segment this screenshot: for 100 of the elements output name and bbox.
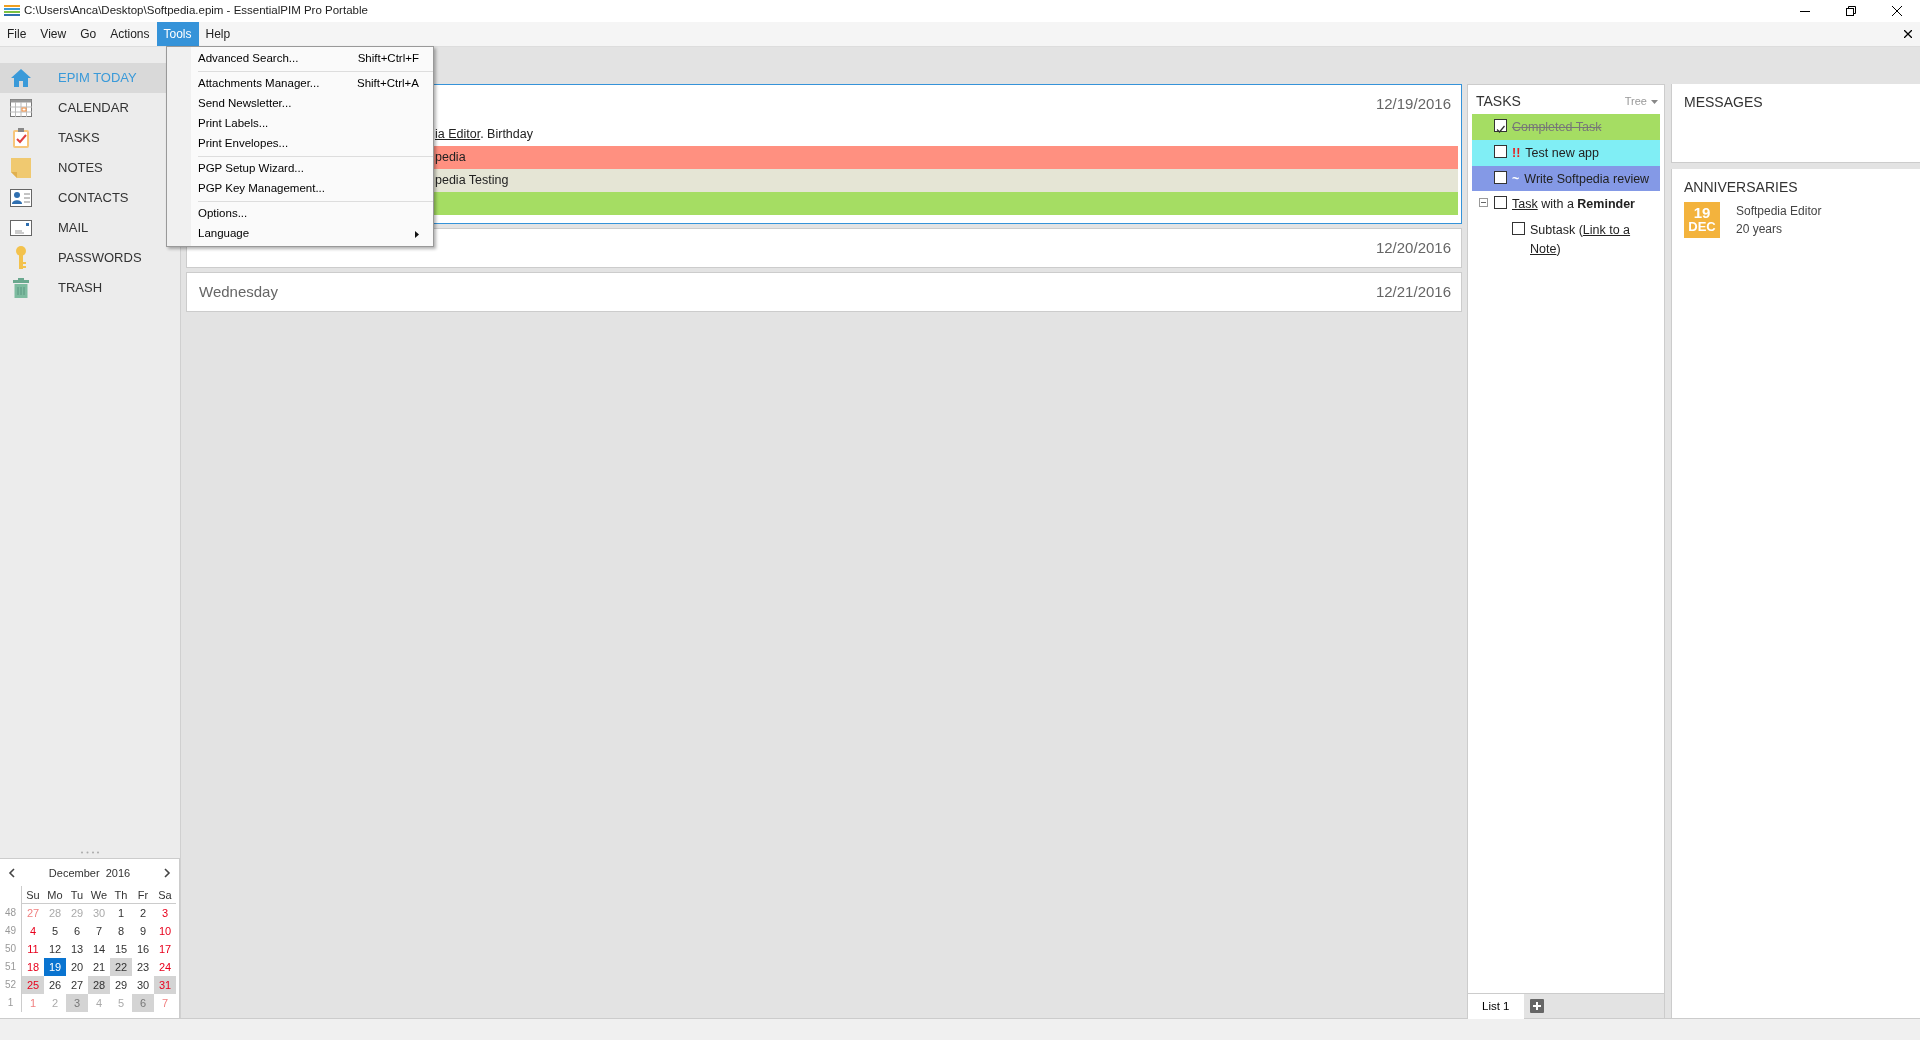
grip-icon[interactable] [80,851,100,854]
calendar-day[interactable]: 1 [110,903,132,922]
sidebar-item[interactable]: TRASH [0,273,180,303]
calendar-day[interactable]: 15 [110,939,132,958]
panel-title: TASKS [1476,92,1521,111]
menu-item[interactable]: Send Newsletter... [167,94,433,114]
day-heading: Wednesday [199,282,278,302]
menu-item[interactable]: Actions [103,22,157,46]
calendar-day[interactable]: 6 [66,921,88,940]
calendar-day[interactable]: 21 [88,957,110,976]
checkbox[interactable] [1494,170,1507,184]
calendar-day[interactable]: 20 [66,957,88,976]
date-badge: 19 DEC [1684,202,1720,238]
task-text: Subtask (Link to a Note) [1530,222,1632,258]
weekday-label: Fr [132,885,154,904]
note-icon [11,158,31,178]
calendar-day[interactable]: 17 [154,939,176,958]
submenu-arrow-icon [415,230,419,238]
weekday-label: Mo [44,885,66,904]
calendar-day[interactable]: 11 [22,939,44,958]
week-number: 50 [0,939,22,958]
task-text: Completed Task [1512,119,1602,136]
calendar-day[interactable]: 7 [88,921,110,940]
day-date: 12/19/2016 [1375,94,1451,114]
calendar-day[interactable]: 16 [132,939,154,958]
weekday-label: Sa [154,885,176,904]
checkbox[interactable] [1494,144,1507,158]
contact-card-icon [10,189,32,207]
calendar-day[interactable]: 23 [132,957,154,976]
menu-item[interactable]: Go [73,22,104,46]
shortcut-label: Shift+Ctrl+F [357,51,419,67]
calendar-day[interactable]: 19 [44,957,66,976]
sidebar-item[interactable]: NOTES [0,153,180,183]
week-number: 51 [0,957,22,976]
calendar-day[interactable]: 12 [44,939,66,958]
calendar-day[interactable]: 26 [44,975,66,994]
house-icon [10,68,32,88]
menu-item[interactable]: Help [198,22,238,46]
weekday-label: We [88,885,110,904]
menu-item[interactable]: View [33,22,74,46]
checkbox[interactable] [1494,119,1507,132]
panel-title: MESSAGES [1684,94,1763,110]
add-icon[interactable] [1529,999,1544,1013]
week-number: 1 [0,993,22,1012]
contact-name: Softpedia Editor [1736,203,1822,220]
event-text: pedia Testing [435,173,509,187]
calendar-day[interactable]: 14 [88,939,110,958]
calendar-day[interactable]: 24 [154,957,176,976]
event-text: pedia [435,150,466,164]
month-title: December 2016 [48,866,131,881]
caret-icon [1651,99,1658,104]
sidebar-item[interactable]: PASSWORDS [0,243,180,273]
calendar-icon [10,99,32,117]
weekday-label: Tu [66,885,88,904]
calendar-day[interactable]: 2 [132,903,154,922]
calendar-day[interactable]: 29 [110,975,132,994]
calendar-day[interactable]: 10 [154,921,176,940]
calendar-day[interactable]: 8 [110,921,132,940]
calendar-day[interactable]: 9 [132,921,154,940]
restore-icon[interactable] [1846,6,1856,16]
week-number: 48 [0,903,22,922]
day-date: 12/20/2016 [1375,238,1451,258]
week-number: 49 [0,921,22,940]
calendar-day[interactable]: 30 [132,975,154,994]
list-tab[interactable]: List 1 [1468,994,1524,1019]
checkbox[interactable] [1494,196,1507,210]
event-text: ia Editor. Birthday [435,127,533,141]
calendar-day[interactable]: 4 [22,921,44,940]
priority-marker: !! [1512,144,1521,162]
calendar-day[interactable]: 28 [88,975,110,994]
calendar-day[interactable]: 3 [154,903,176,922]
years-label: 20 years [1736,221,1784,238]
previous-icon[interactable] [8,868,15,879]
checkbox[interactable] [1512,222,1525,235]
collapse-icon[interactable] [1479,198,1488,208]
calendar-day[interactable]: 22 [110,957,132,976]
shortcut-label: Shift+Ctrl+A [357,76,419,92]
calendar-day[interactable]: 13 [66,939,88,958]
next-icon[interactable] [164,868,171,879]
window-title: C:\Users\Anca\Desktop\Softpedia.epim - EssentialPIM Pro Portable [24,3,368,19]
task-text: Test new app [1525,144,1599,162]
panel-title: ANNIVERSARIES [1684,178,1799,197]
trash-icon [13,278,29,298]
close-icon[interactable] [1892,6,1902,16]
close-icon[interactable] [1904,30,1912,38]
weekday-label: Th [110,885,132,904]
calendar-day[interactable]: 27 [66,975,88,994]
clipboard-check-icon [12,127,30,149]
priority-marker: ~ [1512,170,1520,188]
app-logo-icon [4,4,20,18]
menu-item[interactable]: File [0,22,34,46]
weekday-label: Su [22,885,44,904]
calendar-day[interactable]: 18 [22,957,44,976]
menu-item[interactable]: Print Labels... [167,114,433,134]
calendar-day[interactable]: 5 [44,921,66,940]
key-icon [15,246,27,270]
task-text: Task with a Reminder [1512,196,1635,214]
task-text: Write Softpedia review [1524,170,1650,188]
day-date: 12/21/2016 [1375,282,1451,302]
envelope-icon [10,220,32,236]
